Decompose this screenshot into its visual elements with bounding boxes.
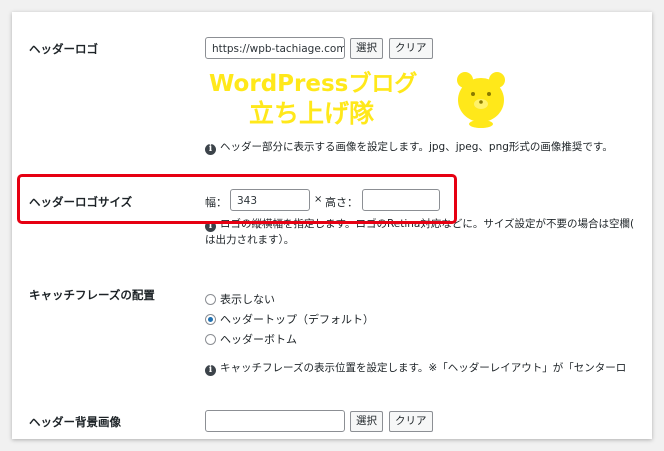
header-logo-description: i ヘッダー部分に表示する画像を設定します。jpg、jpeg、png形式の画像推奨…	[205, 139, 613, 155]
header-bg-image-clear-button[interactable]: クリア	[389, 411, 433, 432]
logo-size-description-cont: は出力されます）。	[205, 234, 295, 246]
header-bg-image-select-button[interactable]: 選択	[350, 411, 383, 432]
header-logo-url-field[interactable]: https://wpb-tachiage.com	[205, 37, 345, 59]
info-icon: i	[205, 144, 216, 155]
radio-option-header-bottom[interactable]: ヘッダーボトム	[205, 332, 297, 348]
highlight-box	[17, 174, 457, 224]
radio-button[interactable]	[205, 334, 216, 345]
logo-line-1: WordPressブログ	[209, 71, 418, 97]
radio-button[interactable]	[205, 294, 216, 305]
info-icon: i	[205, 365, 216, 376]
header-bg-image-url-field[interactable]	[205, 410, 345, 432]
radio-option-header-top[interactable]: ヘッダートップ（デフォルト）	[205, 312, 374, 328]
settings-panel: ヘッダーロゴ https://wpb-tachiage.com 選択 クリア W…	[12, 12, 652, 439]
radio-option-hidden[interactable]: 表示しない	[205, 292, 275, 308]
header-logo-select-button[interactable]: 選択	[350, 38, 383, 59]
logo-line-2: 立ち上げ隊	[249, 99, 375, 128]
catchphrase-description: i キャッチフレーズの表示位置を設定します。※「ヘッダーレイアウト」が「センターロ	[205, 360, 626, 376]
bear-mascot-icon	[457, 72, 505, 128]
header-logo-preview: WordPressブログ 立ち上げ隊	[205, 62, 515, 132]
header-logo-label: ヘッダーロゴ	[29, 42, 98, 56]
radio-button-selected[interactable]	[205, 314, 216, 325]
header-bg-image-label: ヘッダー背景画像	[29, 415, 121, 429]
header-logo-clear-button[interactable]: クリア	[389, 38, 433, 59]
catchphrase-label: キャッチフレーズの配置	[29, 288, 155, 302]
